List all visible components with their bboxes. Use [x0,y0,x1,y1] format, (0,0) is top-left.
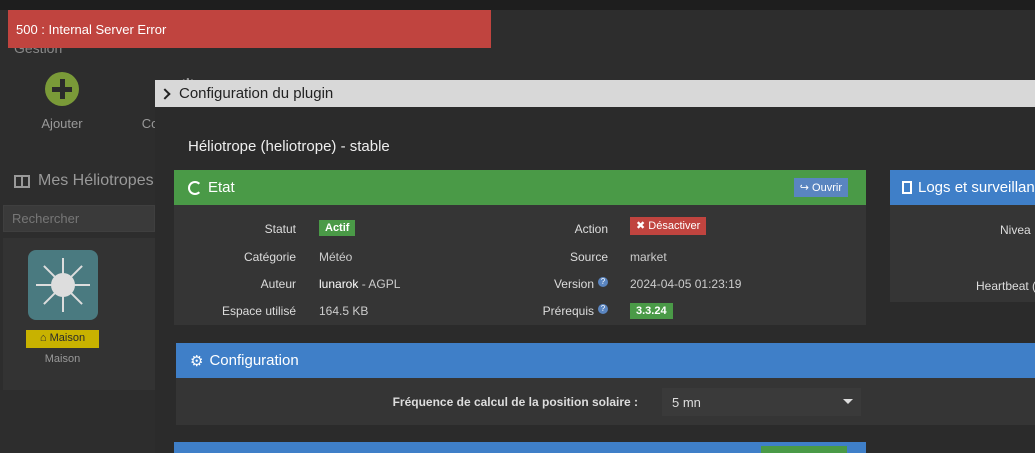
configuration-panel-header: ⚙ Configuration [176,343,1035,378]
plugin-config-modal: Configuration du plugin Héliotrope (heli… [155,80,1035,453]
plugin-title: Héliotrope (heliotrope) - stable [188,138,390,155]
room-badge: ⌂ Maison [26,330,99,348]
state-panel-header: Etat ↪ Ouvrir [174,170,866,205]
next-panel-button[interactable] [761,446,847,453]
category-value: Météo [319,250,353,264]
equipment-list-label: Mes Héliotropes [38,172,154,189]
source-label: Source [569,250,608,264]
refresh-icon [188,180,202,195]
status-badge: Actif [319,220,356,236]
author-license: - AGPL [358,277,401,291]
author-value: lunarok - AGPL [319,277,400,291]
requirements-label-text: Prérequis [542,304,594,318]
space-used-value: 164.5 KB [319,304,369,318]
state-panel: Etat ↪ Ouvrir Statut Actif Catégorie Mét… [174,170,866,325]
plus-icon [45,72,79,106]
action-label: Action [574,222,608,236]
logs-title: Logs et surveillan [918,179,1035,196]
add-label: Ajouter [41,116,83,131]
requirements-label: Prérequis? [474,304,608,318]
version-label-text: Version [553,277,594,291]
top-bar [0,0,1035,10]
version-label: Version? [474,277,608,291]
modal-header[interactable]: Configuration du plugin [155,80,1035,107]
gears-icon: ⚙ [190,352,204,370]
equipment-list-title: Mes Héliotropes [14,172,154,190]
help-icon[interactable]: ? [598,304,608,314]
frequency-label: Fréquence de calcul de la position solai… [392,395,638,409]
author-label: Auteur [260,277,296,291]
equipment-card-area: ⌂ Maison Maison [3,238,155,390]
sun-icon [51,273,75,297]
equipment-name: Maison [44,353,81,365]
requirements-badge: 3.3.24 [630,303,673,319]
version-value: 2024-04-05 01:23:19 [630,277,742,291]
error-banner[interactable]: 500 : Internal Server Error [8,10,491,48]
chevron-down-icon [843,399,853,404]
equipment-card[interactable] [28,250,98,320]
logs-panel-header: Logs et surveillan [890,170,1035,205]
deactivate-button[interactable]: ✖ Désactiver [630,217,707,235]
help-icon[interactable]: ? [598,277,608,287]
status-label: Statut [264,222,296,236]
configuration-panel: ⚙ Configuration Fréquence de calcul de l… [176,343,1035,425]
state-title: Etat [208,179,235,196]
frequency-select[interactable]: 5 mn [662,388,861,416]
deactivate-label: Désactiver [648,220,701,232]
source-value: market [630,250,667,264]
modal-title: Configuration du plugin [179,85,334,102]
author-name: lunarok [319,277,359,291]
open-button[interactable]: ↪ Ouvrir [793,178,848,197]
next-panel-header [174,442,866,453]
search-input[interactable]: Rechercher [3,205,155,232]
category-label: Catégorie [243,250,296,264]
frequency-value: 5 mn [672,395,701,410]
logs-panel: Logs et surveillan Nivea Heartbeat ( [890,170,1035,302]
chevron-right-icon[interactable] [159,87,171,100]
level-label: Nivea [1000,223,1031,237]
file-icon [902,181,912,194]
room-badge-label: Maison [49,332,86,344]
space-used-label: Espace utilisé [221,304,296,318]
heartbeat-label: Heartbeat ( [976,279,1035,293]
configuration-title: Configuration [209,352,299,369]
open-button-label: Ouvrir [812,182,842,194]
add-button[interactable]: Ajouter [12,72,112,131]
table-icon [14,174,30,188]
